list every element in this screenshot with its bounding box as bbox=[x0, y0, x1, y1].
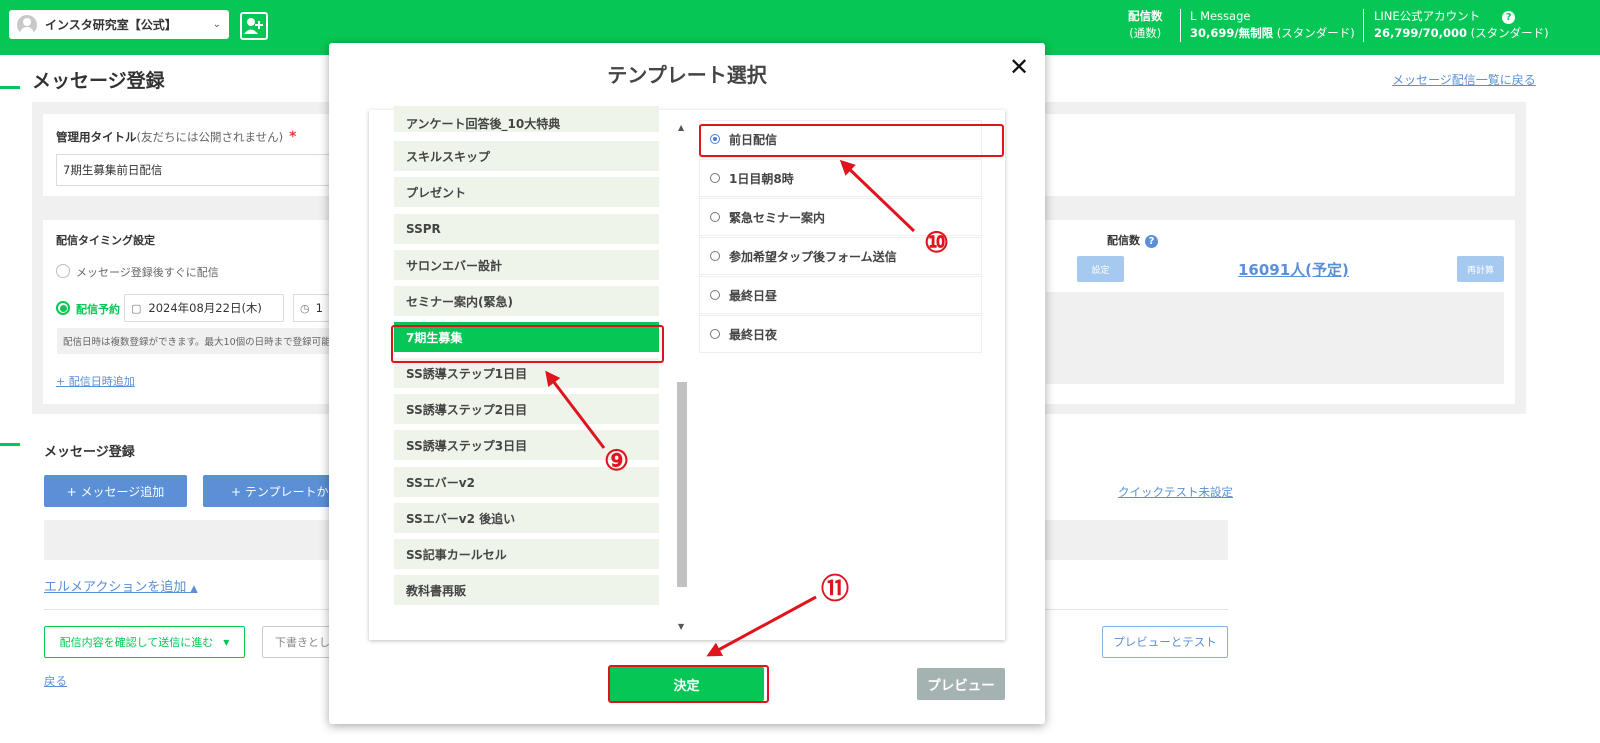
option-label: 最終日夜 bbox=[729, 327, 778, 342]
option-label: 1日目朝8時 bbox=[729, 171, 794, 186]
modal-title: テンプレート選択 bbox=[607, 63, 767, 87]
option-label: 緊急セミナー案内 bbox=[729, 210, 826, 225]
from-template-button[interactable]: + テンプレートから bbox=[203, 475, 343, 507]
avatar bbox=[17, 14, 37, 35]
template-item[interactable]: サロンエバー設計 bbox=[394, 250, 659, 280]
stat-line-official: LINE公式アカウント? 26,799/70,000 (スタンダード) bbox=[1374, 8, 1549, 42]
template-item[interactable]: プレゼント bbox=[394, 177, 659, 207]
message-section-title: メッセージ登録 bbox=[44, 445, 135, 460]
highlight-template bbox=[391, 325, 664, 363]
add-datetime-link[interactable]: + 配信日時追加 bbox=[56, 373, 135, 389]
stat-lmessage: L Message 30,699/無制限 (スタンダード) bbox=[1190, 8, 1355, 42]
step9-label: ⑨ bbox=[604, 444, 630, 477]
option-label: 参加希望タップ後フォーム送信 bbox=[729, 249, 897, 264]
template-option[interactable]: 最終日昼 bbox=[699, 276, 982, 314]
modal-body: アンケート回答後_10大特典スキルスキップ プレゼント SSPR サロンエバー設計 セミ… bbox=[369, 106, 1005, 640]
title-label: 管理用タイトル(友だちには公開されません) * bbox=[56, 129, 296, 145]
preview-test-button[interactable]: プレビューとテスト bbox=[1102, 626, 1228, 658]
template-item[interactable]: SSエバーv2 後追い bbox=[394, 503, 659, 533]
preview-button[interactable]: プレビュー bbox=[917, 668, 1005, 700]
stat-delivery-count: 配信数 (通数) bbox=[1128, 8, 1163, 42]
radio-scheduled[interactable] bbox=[56, 301, 70, 315]
stat3-label: LINE公式アカウント bbox=[1374, 9, 1481, 23]
template-item[interactable]: SSPR bbox=[394, 214, 659, 244]
date-value: 2024年08月22日(木) bbox=[148, 301, 262, 315]
step10-label: ⑩ bbox=[924, 226, 950, 259]
stat2-label: L Message bbox=[1190, 9, 1251, 23]
help-icon[interactable]: ? bbox=[1502, 11, 1516, 24]
left-accent bbox=[0, 86, 20, 89]
radio-icon[interactable] bbox=[710, 290, 720, 300]
count-label: 配信数? bbox=[1107, 232, 1158, 248]
close-icon[interactable]: ✕ bbox=[1009, 53, 1029, 81]
title-input[interactable]: 7期生募集前日配信 bbox=[56, 154, 356, 186]
timing-label: 配信タイミング設定 bbox=[56, 234, 155, 247]
time-input[interactable]: ◷ 1 bbox=[293, 294, 333, 322]
add-message-button[interactable]: + メッセージ追加 bbox=[44, 475, 187, 507]
template-item[interactable]: 教科書再販 bbox=[394, 575, 659, 605]
datetime-note: 配信日時は複数登録ができます。最大10個の日時まで登録可能です。 bbox=[57, 328, 357, 354]
date-input[interactable]: ▢ 2024年08月22日(木) bbox=[124, 294, 284, 322]
quicktest-link[interactable]: クイックテスト未設定 bbox=[1118, 484, 1233, 500]
radio-icon[interactable] bbox=[710, 251, 720, 261]
template-item[interactable]: アンケート回答後_10大特典 bbox=[394, 106, 659, 132]
confirm-send-button[interactable]: 配信内容を確認して送信に進む ▼ bbox=[44, 626, 245, 658]
back-link[interactable]: 戻る bbox=[44, 673, 67, 689]
required-mark: * bbox=[289, 129, 297, 145]
radio-icon[interactable] bbox=[710, 173, 720, 183]
template-item[interactable]: SS記事カールセル bbox=[394, 539, 659, 569]
stat3-plan: (スタンダード) bbox=[1470, 26, 1549, 40]
stat2-plan: (スタンダード) bbox=[1276, 26, 1355, 40]
calendar-icon: ▢ bbox=[131, 301, 142, 315]
setting-button[interactable]: 設定 bbox=[1077, 256, 1124, 282]
template-item[interactable]: SS誘導ステップ2日目 bbox=[394, 394, 659, 424]
template-option[interactable]: 最終日夜 bbox=[699, 315, 982, 353]
left-accent bbox=[0, 443, 20, 446]
divider bbox=[1180, 9, 1181, 42]
highlight-option bbox=[699, 124, 1004, 157]
highlight-ok bbox=[608, 665, 769, 703]
scroll-up-icon[interactable]: ▲ bbox=[678, 123, 684, 132]
recalc-button[interactable]: 再計算 bbox=[1457, 256, 1504, 282]
radio-immediate[interactable] bbox=[56, 264, 70, 278]
template-option[interactable]: 1日目朝8時 bbox=[699, 159, 982, 197]
stat2-value: 30,699/無制限 bbox=[1190, 26, 1274, 40]
confirm-send-label: 配信内容を確認して送信に進む bbox=[59, 636, 214, 649]
stat1-label: 配信数 bbox=[1128, 9, 1163, 23]
scroll-down-icon[interactable]: ▼ bbox=[678, 622, 684, 631]
stat3-value: 26,799/70,000 bbox=[1374, 26, 1467, 40]
time-value: 1 bbox=[315, 301, 323, 315]
account-selector[interactable]: インスタ研究室【公式】 ⌄ bbox=[9, 10, 229, 39]
add-action-link[interactable]: エルメアクションを追加 ▲ bbox=[44, 576, 197, 595]
count-detail-box bbox=[1046, 292, 1504, 384]
clock-icon: ◷ bbox=[300, 301, 310, 315]
add-action-text: エルメアクションを追加 bbox=[44, 580, 187, 595]
caret-up-icon: ▲ bbox=[190, 584, 198, 594]
count-label-text: 配信数 bbox=[1107, 234, 1140, 247]
option-label: 最終日昼 bbox=[729, 288, 778, 303]
add-user-icon[interactable] bbox=[240, 12, 268, 40]
step11-label: ⑪ bbox=[821, 572, 850, 605]
back-to-list-link[interactable]: メッセージ配信一覧に戻る bbox=[1392, 71, 1536, 88]
title-label-sub: (友だちには公開されません) bbox=[136, 130, 284, 144]
help-icon[interactable]: ? bbox=[1145, 235, 1158, 248]
account-name: インスタ研究室【公式】 bbox=[45, 18, 177, 32]
title-label-text: 管理用タイトル bbox=[56, 130, 137, 144]
caret-down-icon: ▼ bbox=[223, 637, 230, 647]
count-value-link[interactable]: 16091人(予定) bbox=[1238, 259, 1349, 280]
template-item[interactable]: スキルスキップ bbox=[394, 141, 659, 171]
radio-icon[interactable] bbox=[710, 329, 720, 339]
stat1-sub: (通数) bbox=[1129, 26, 1162, 40]
radio-icon[interactable] bbox=[710, 212, 720, 222]
chevron-down-icon: ⌄ bbox=[212, 19, 221, 30]
page-title: メッセージ登録 bbox=[32, 70, 165, 92]
divider bbox=[1363, 9, 1364, 42]
scrollbar-thumb[interactable] bbox=[677, 382, 687, 587]
immediate-label: メッセージ登録後すぐに配信 bbox=[76, 266, 219, 279]
scheduled-label: 配信予約 bbox=[76, 303, 120, 316]
template-item[interactable]: セミナー案内(緊急) bbox=[394, 286, 659, 316]
